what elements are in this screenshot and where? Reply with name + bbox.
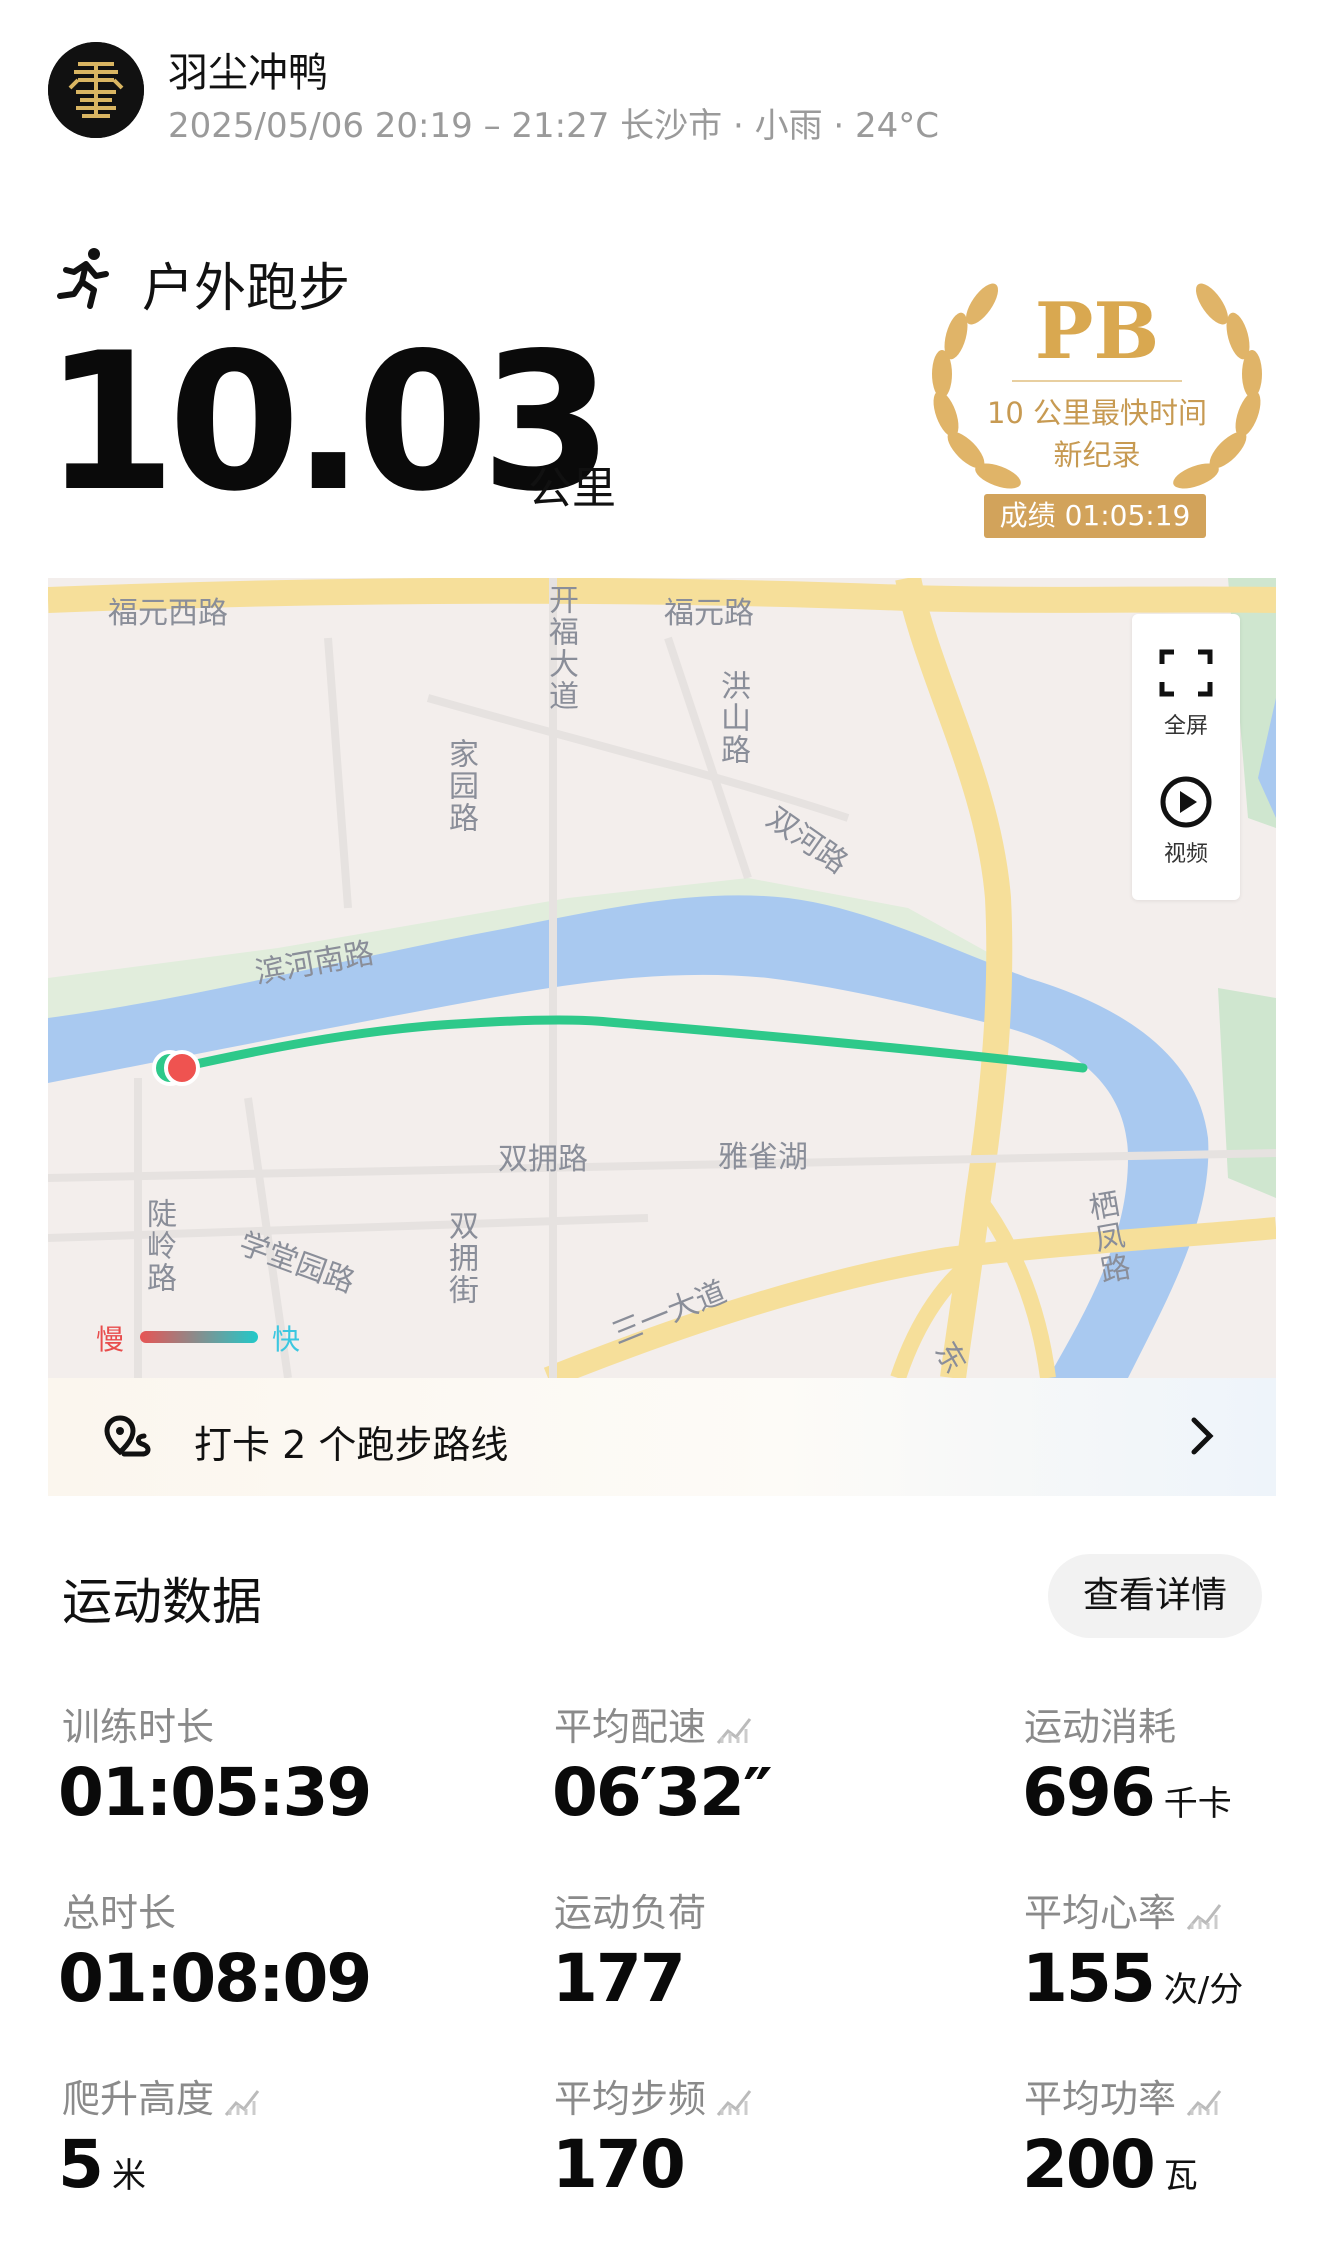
distance-unit: 公里 (528, 463, 616, 514)
stat-label: 平均心率 (1024, 1882, 1222, 1937)
route-pin-icon (104, 1415, 151, 1457)
stat-value: 155 次/分 (1022, 1940, 1244, 2017)
stat-label: 运动消耗 (1024, 1705, 1177, 1749)
pb-record-line2: 新纪录 (1053, 438, 1141, 472)
map-label-luling: 陡岭路 (141, 1198, 176, 1294)
username: 羽尘冲鸭 (168, 50, 328, 96)
route-checkin-bar[interactable]: 打卡 2 个跑步路线 (48, 1378, 1276, 1496)
stat-value: 177 (552, 1940, 686, 2017)
pb-title: PB (1034, 286, 1160, 377)
video-label: 视频 (1163, 842, 1208, 867)
stat-value: 06′32″ (552, 1754, 773, 1831)
play-circle-icon (1160, 776, 1212, 828)
trend-chart-icon (716, 1717, 752, 1744)
activity-type: 户外跑步 (142, 259, 351, 319)
stat-value: 170 (552, 2126, 686, 2203)
stat-label: 运动负荷 (554, 1891, 707, 1935)
distance-value: 10.03 (44, 312, 613, 533)
map-label-yaquehu: 雅雀湖 (718, 1140, 808, 1175)
avatar[interactable] (48, 42, 144, 138)
checkin-text: 打卡 2 个跑步路线 (194, 1423, 509, 1467)
map-label-shuangyongjie: 双拥街 (443, 1210, 478, 1306)
map-label-fuyuan-west: 福元西路 (108, 596, 228, 631)
stat-label: 平均步频 (554, 2068, 752, 2123)
pb-result: 成绩 01:05:19 (984, 494, 1206, 538)
stat-value: 01:05:39 (58, 1754, 372, 1831)
avatar-logo-icon (48, 42, 144, 138)
stat-label: 平均配速 (554, 1696, 752, 1751)
stat-label: 平均功率 (1024, 2068, 1222, 2123)
map-label-shuangyong: 双拥路 (498, 1142, 588, 1177)
route-map[interactable]: 福元西路 福元路 开福大道 洪山路 家园路 双河路 滨河南路 双拥路 雅雀湖 陡… (48, 578, 1276, 1378)
stat-unit: 次/分 (1163, 1970, 1244, 2010)
stat-unit: 米 (111, 2156, 146, 2196)
stat-label: 总时长 (62, 1891, 177, 1935)
stat-value: 200 瓦 (1022, 2126, 1198, 2203)
pace-legend-bar (140, 1331, 258, 1343)
pb-record-line1: 10 公里最快时间 (986, 396, 1208, 430)
chevron-right-icon (1191, 1417, 1214, 1455)
stat-label: 训练时长 (62, 1705, 215, 1749)
stat-value: 5米 (58, 2126, 146, 2203)
fullscreen-icon (1159, 649, 1213, 697)
trend-chart-icon (1186, 1903, 1222, 1930)
trend-chart-icon (716, 2089, 752, 2116)
fullscreen-label: 全屏 (1163, 714, 1208, 739)
section-title: 运动数据 (62, 1573, 262, 1631)
stat-unit: 千卡 (1163, 1784, 1232, 1824)
pb-divider (1012, 380, 1182, 382)
running-icon (57, 248, 109, 309)
map-label-kaifu: 开福大道 (543, 584, 578, 712)
map-controls: 全屏 视频 (1132, 614, 1240, 900)
trend-chart-icon (224, 2089, 260, 2116)
map-label-fuyuan: 福元路 (664, 596, 754, 631)
pb-badge[interactable]: PB 10 公里最快时间 新纪录 成绩 01:05:19 (912, 276, 1282, 546)
view-details-button[interactable]: 查看详情 (1048, 1554, 1262, 1638)
map-label-hongshan: 洪山路 (715, 670, 750, 766)
video-button[interactable] (1158, 774, 1214, 834)
map-label-jiayuan: 家园路 (443, 738, 478, 834)
stat-value: 01:08:09 (58, 1940, 372, 2017)
stat-label: 爬升高度 (62, 2068, 260, 2123)
stat-value: 696 千卡 (1022, 1754, 1232, 1831)
pace-legend-fast: 快 (272, 1323, 301, 1356)
trend-chart-icon (1186, 2089, 1222, 2116)
activity-meta: 2025/05/06 20:19 – 21:27 长沙市 · 小雨 · 24°C (168, 106, 940, 146)
pace-legend-slow: 慢 (96, 1323, 125, 1356)
stat-unit: 瓦 (1163, 2156, 1198, 2196)
